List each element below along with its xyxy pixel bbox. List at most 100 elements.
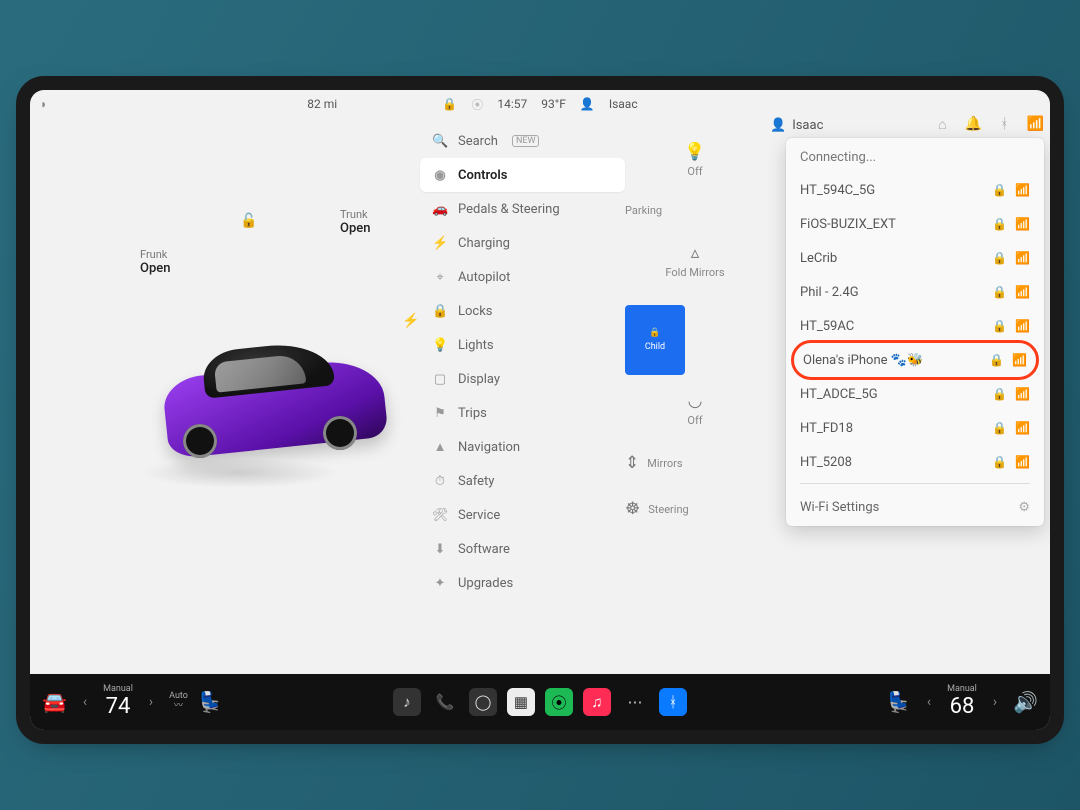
menu-icon: ◉: [432, 168, 448, 183]
wifi-network[interactable]: Olena's iPhone 🐾🐝🔒📶: [791, 340, 1039, 380]
menu-icon: 🛠: [432, 508, 448, 523]
quick-controls: 💡 Off Parking ▵ Fold Mirrors 🔒 Child ◡ O…: [625, 118, 765, 674]
wifi-popover: Connecting... HT_594C_5G🔒📶FiOS-BUZIX_EXT…: [786, 138, 1044, 526]
wifi-network[interactable]: HT_594C_5G🔒📶: [786, 173, 1044, 207]
temp-up-r[interactable]: ›: [987, 694, 1003, 710]
profile-chip[interactable]: 👤 Isaac: [770, 118, 823, 133]
passenger-temp[interactable]: 68: [947, 695, 977, 719]
range-indicator[interactable]: 82 mi: [307, 97, 337, 111]
homelink-icon[interactable]: ⌂: [938, 116, 946, 133]
wifi-network[interactable]: HT_FD18🔒📶: [786, 411, 1044, 445]
volume-icon[interactable]: 🔊: [1013, 690, 1038, 714]
car-visualization: FrunkOpen TrunkOpen 🔓 ⚡: [30, 118, 420, 674]
headlight-icon[interactable]: ◗: [40, 97, 47, 111]
child-lock-card[interactable]: 🔒 Child: [625, 305, 685, 375]
menu-icon: ⏱: [432, 474, 448, 489]
sentry-icon[interactable]: ⦿: [471, 96, 483, 113]
app-music[interactable]: ♪: [393, 688, 421, 716]
wiper-control[interactable]: ◡ Off: [625, 391, 765, 427]
driver-temp[interactable]: 74: [103, 695, 133, 719]
app-spotify[interactable]: ⦿: [545, 688, 573, 716]
wifi-network[interactable]: HT_59AC🔒📶: [786, 309, 1044, 343]
light-control[interactable]: 💡 Off: [625, 142, 765, 178]
temp-down[interactable]: ‹: [77, 694, 93, 710]
settings-item-software[interactable]: ⬇Software: [420, 532, 625, 566]
lock-icon[interactable]: 🔓: [240, 213, 257, 229]
network-name: FiOS-BUZIX_EXT: [800, 217, 984, 232]
profile-name[interactable]: Isaac: [609, 97, 638, 111]
gear-icon[interactable]: ⚙: [1018, 500, 1030, 515]
temp-up[interactable]: ›: [143, 694, 159, 710]
app-applemusic[interactable]: ♫: [583, 688, 611, 716]
wifi-icon: 📶: [1015, 421, 1030, 435]
settings-item-charging[interactable]: ⚡Charging: [420, 226, 625, 260]
temp-down-r[interactable]: ‹: [921, 694, 937, 710]
settings-item-controls[interactable]: ◉Controls: [420, 158, 625, 192]
settings-item-service[interactable]: 🛠Service: [420, 498, 625, 532]
settings-item-locks[interactable]: 🔒Locks: [420, 294, 625, 328]
menu-icon: 🚗: [432, 202, 448, 217]
menu-icon: ⬇: [432, 542, 448, 557]
app-more[interactable]: ⋯: [621, 688, 649, 716]
fold-mirrors-control[interactable]: ▵ Fold Mirrors: [625, 243, 765, 279]
mirrors-adjust[interactable]: ⇕ Mirrors: [625, 453, 765, 473]
bluetooth-icon[interactable]: ᚼ: [1000, 116, 1008, 133]
settings-item-lights[interactable]: 💡Lights: [420, 328, 625, 362]
settings-item-trips[interactable]: ⚑Trips: [420, 396, 625, 430]
light-icon: 💡: [684, 142, 705, 162]
network-name: Phil - 2.4G: [800, 285, 984, 300]
cellular-icon[interactable]: 📶: [1027, 116, 1044, 133]
lock-icon: 🔒: [992, 217, 1007, 231]
steering-adjust[interactable]: ☸ Steering: [625, 499, 765, 519]
settings-item-display[interactable]: ▢Display: [420, 362, 625, 396]
settings-search[interactable]: 🔍 Search NEW: [420, 124, 625, 158]
climate-auto[interactable]: Auto〰: [169, 692, 188, 712]
car-icon[interactable]: 🚘: [42, 690, 67, 714]
lock-icon: 🔒: [992, 455, 1007, 469]
menu-icon: ✦: [432, 576, 448, 591]
status-icons: ⌂ 🔔 ᚼ 📶: [938, 116, 1044, 133]
network-name: HT_59AC: [800, 319, 984, 334]
lock-icon: 🔒: [992, 285, 1007, 299]
lock-icon: 🔒: [992, 251, 1007, 265]
seat-heat-passenger[interactable]: 💺: [886, 690, 911, 714]
lock-status-icon[interactable]: 🔒: [442, 97, 457, 111]
wifi-network[interactable]: Phil - 2.4G 🔒 📶: [786, 275, 1044, 309]
clock: 14:57: [497, 97, 527, 111]
wifi-settings-link[interactable]: Wi-Fi Settings: [800, 500, 879, 515]
network-name: HT_594C_5G: [800, 183, 984, 198]
profile-icon: 👤: [580, 97, 595, 111]
network-name: HT_5208: [800, 455, 984, 470]
bell-icon[interactable]: 🔔: [965, 116, 982, 133]
wifi-icon: 📶: [1015, 183, 1030, 197]
touchscreen: ◗ 82 mi 🔒 ⦿ 14:57 93°F 👤 Isaac FrunkOpen…: [30, 90, 1050, 730]
wifi-network[interactable]: FiOS-BUZIX_EXT🔒📶: [786, 207, 1044, 241]
frunk-control[interactable]: FrunkOpen: [140, 248, 170, 276]
wifi-network[interactable]: HT_5208🔒📶: [786, 445, 1044, 479]
lock-icon: 🔒: [992, 421, 1007, 435]
wifi-network[interactable]: HT_ADCE_5G🔒📶: [786, 377, 1044, 411]
seat-heat-driver[interactable]: 💺: [198, 690, 223, 714]
network-name: LeCrib: [800, 251, 984, 266]
settings-item-safety[interactable]: ⏱Safety: [420, 464, 625, 498]
wifi-icon: 📶: [1015, 285, 1030, 299]
wifi-icon: 📶: [1015, 387, 1030, 401]
app-dashcam[interactable]: ◯: [469, 688, 497, 716]
app-phone[interactable]: 📞: [431, 688, 459, 716]
settings-item-navigation[interactable]: ▲Navigation: [420, 430, 625, 464]
wifi-icon: 📶: [1015, 319, 1030, 333]
settings-item-autopilot[interactable]: ⌖Autopilot: [420, 260, 625, 294]
app-bluetooth[interactable]: ᚼ: [659, 688, 687, 716]
adjust-icon: ⇕: [625, 453, 639, 473]
charge-port-icon[interactable]: ⚡: [402, 313, 419, 329]
settings-item-pedals-steering[interactable]: 🚗Pedals & Steering: [420, 192, 625, 226]
menu-icon: ⚡: [432, 236, 448, 251]
app-calendar[interactable]: ▦: [507, 688, 535, 716]
trunk-control[interactable]: TrunkOpen: [340, 208, 370, 236]
menu-icon: ⚑: [432, 406, 448, 421]
settings-item-upgrades[interactable]: ✦Upgrades: [420, 566, 625, 600]
outside-temp: 93°F: [541, 97, 566, 111]
wifi-status: Connecting...: [786, 146, 1044, 173]
new-badge: NEW: [512, 135, 540, 147]
wifi-network[interactable]: LeCrib🔒📶: [786, 241, 1044, 275]
